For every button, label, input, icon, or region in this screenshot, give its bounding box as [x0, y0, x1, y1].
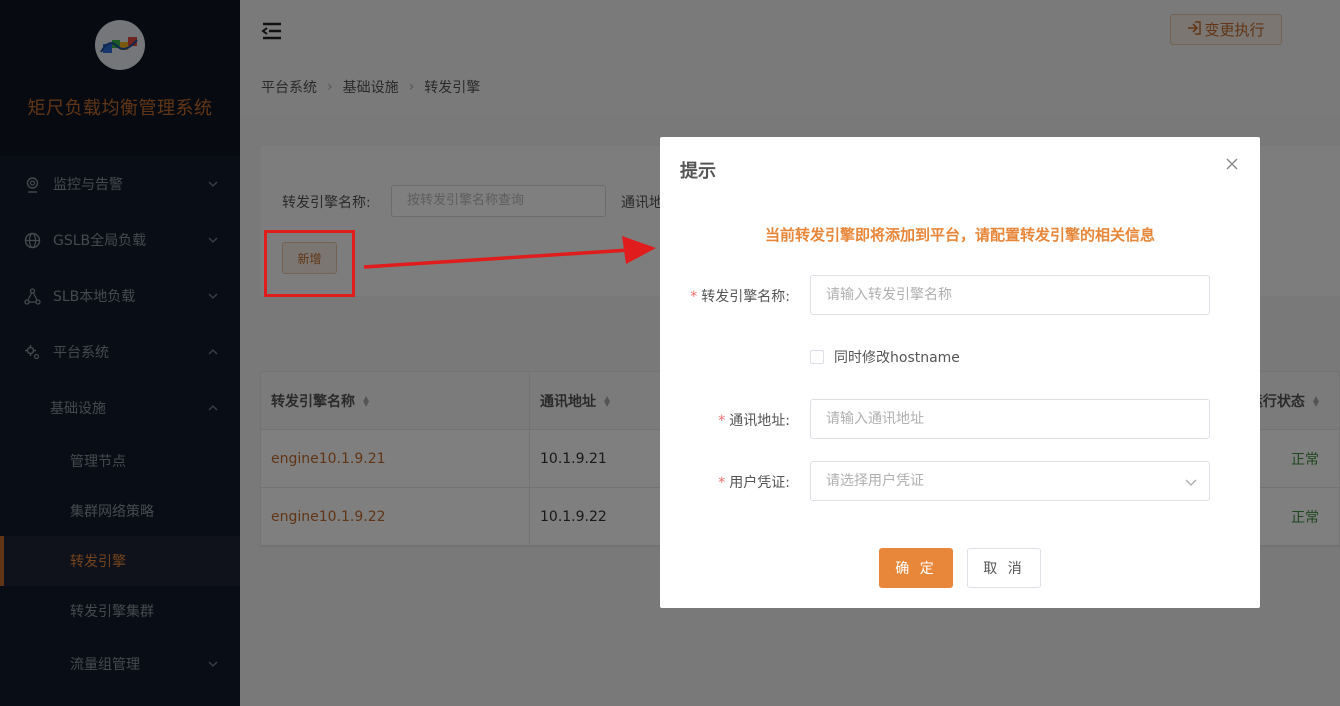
address-label-text: 通讯地址:: [729, 413, 790, 429]
address-label: * 通讯地址:: [718, 410, 790, 430]
credential-select[interactable]: 请选择用户凭证: [810, 461, 1210, 501]
engine-name-label-text: 转发引擎名称:: [701, 289, 790, 305]
engine-name-label: * 转发引擎名称:: [690, 286, 790, 306]
cancel-button[interactable]: 取 消: [967, 548, 1041, 588]
close-icon[interactable]: [1226, 158, 1238, 170]
dialog-title: 提示: [680, 161, 716, 182]
required-mark: *: [718, 413, 726, 429]
required-mark: *: [690, 289, 698, 305]
modify-hostname-checkbox[interactable]: [810, 350, 824, 364]
annotation-highlight-box: [264, 230, 355, 297]
confirm-button[interactable]: 确 定: [879, 548, 953, 588]
add-engine-dialog: 提示 当前转发引擎即将添加到平台，请配置转发引擎的相关信息 * 转发引擎名称: 请…: [660, 137, 1260, 608]
credential-label: * 用户凭证:: [718, 472, 790, 492]
dialog-notice: 当前转发引擎即将添加到平台，请配置转发引擎的相关信息: [764, 226, 1155, 244]
modify-hostname-label[interactable]: 同时修改hostname: [834, 347, 960, 367]
required-mark: *: [718, 475, 726, 491]
credential-label-text: 用户凭证:: [729, 475, 790, 491]
address-input[interactable]: 请输入通讯地址: [810, 399, 1210, 439]
engine-name-input[interactable]: 请输入转发引擎名称: [810, 275, 1210, 315]
chevron-down-icon: [1185, 476, 1197, 488]
credential-select-placeholder: 请选择用户凭证: [826, 473, 924, 489]
annotation-arrow-icon: [363, 236, 656, 269]
